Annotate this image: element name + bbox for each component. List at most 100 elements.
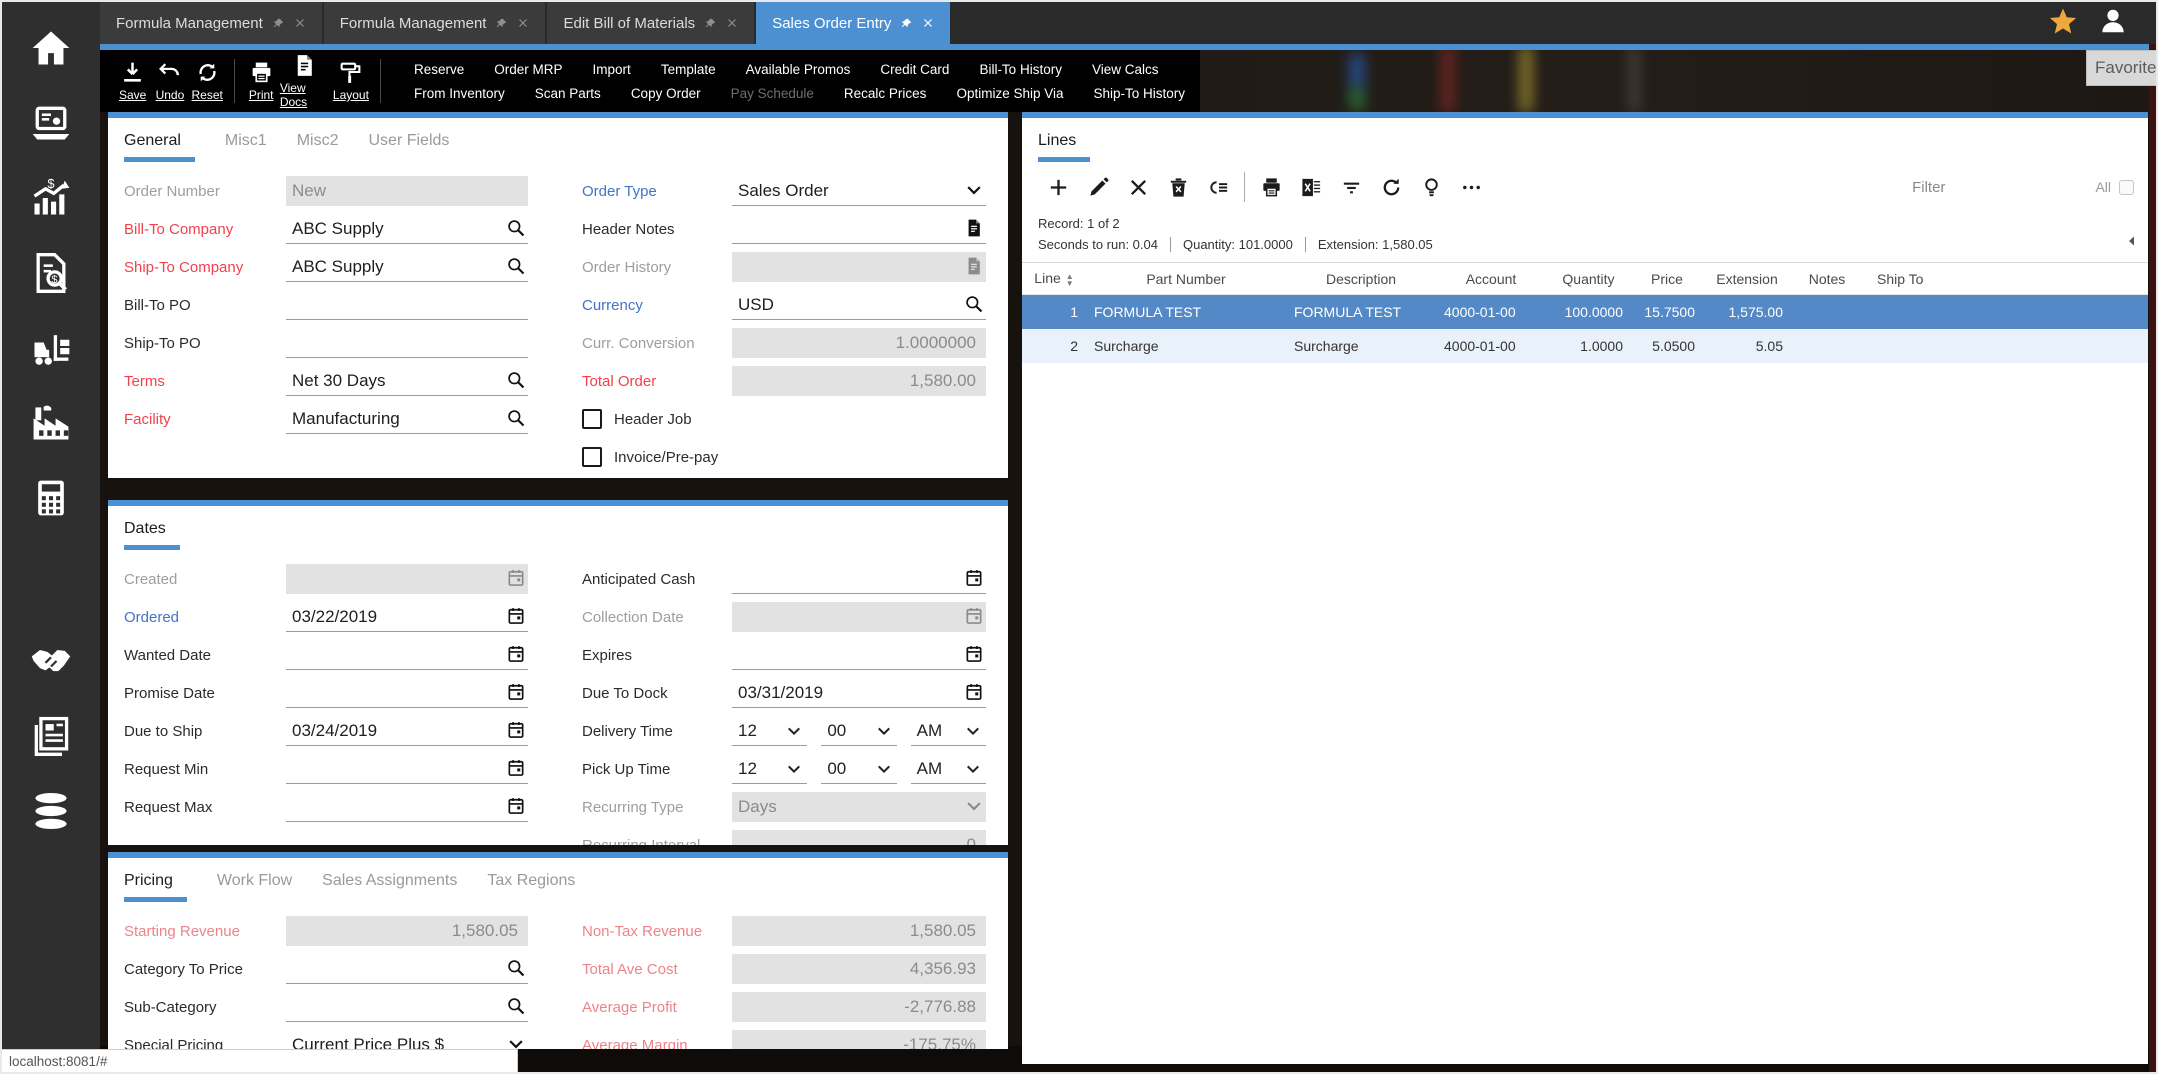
promise-date-field[interactable] <box>286 678 528 708</box>
search-icon[interactable] <box>506 996 526 1016</box>
refresh-lines-button[interactable] <box>1371 176 1411 199</box>
view-calcs-button[interactable]: View Calcs <box>1077 60 1174 79</box>
sub-category-field[interactable] <box>286 992 528 1022</box>
copy-order-button[interactable]: Copy Order <box>616 84 716 103</box>
pickup-minute-select[interactable]: 00 <box>821 754 896 784</box>
filter-lines-button[interactable] <box>1331 176 1371 199</box>
search-icon[interactable] <box>506 958 526 978</box>
calendar-icon[interactable] <box>506 644 526 664</box>
search-icon[interactable] <box>506 218 526 238</box>
pin-icon[interactable] <box>495 17 508 30</box>
collapse-panel-arrow[interactable] <box>2126 235 2138 250</box>
suggestions-button[interactable] <box>1411 176 1451 199</box>
export-excel-button[interactable] <box>1291 176 1331 199</box>
sidebar-item-workstation[interactable] <box>23 95 79 151</box>
template-button[interactable]: Template <box>646 60 731 79</box>
table-row-1[interactable]: 1 FORMULA TEST FORMULA TEST 4000-01-00 1… <box>1022 295 2148 329</box>
bill-to-history-button[interactable]: Bill-To History <box>964 60 1077 79</box>
terms-field[interactable]: Net 30 Days <box>286 366 528 396</box>
bill-to-po-field[interactable] <box>286 290 528 320</box>
col-price[interactable]: Price <box>1631 263 1703 295</box>
tab-misc1[interactable]: Misc1 <box>225 132 267 162</box>
calendar-icon[interactable] <box>964 568 984 588</box>
reset-button[interactable]: Reset <box>189 60 226 102</box>
calendar-icon[interactable] <box>964 644 984 664</box>
invoice-prepay-checkbox[interactable] <box>582 447 602 467</box>
col-account[interactable]: Account <box>1436 263 1546 295</box>
col-extension[interactable]: Extension <box>1703 263 1791 295</box>
tab-lines[interactable]: Lines <box>1038 132 1090 162</box>
col-notes[interactable]: Notes <box>1791 263 1863 295</box>
tab-formula-management-1[interactable]: Formula Management <box>100 2 322 44</box>
delivery-hour-select[interactable]: 12 <box>732 716 807 746</box>
order-type-select[interactable]: Sales Order <box>732 176 986 206</box>
sidebar-item-data[interactable] <box>23 783 79 839</box>
print-lines-button[interactable] <box>1251 176 1291 199</box>
search-icon[interactable] <box>506 408 526 428</box>
col-ship-to[interactable]: Ship To <box>1863 263 2063 295</box>
col-description[interactable]: Description <box>1286 263 1436 295</box>
tab-work-flow[interactable]: Work Flow <box>217 872 292 902</box>
sidebar-item-invoices[interactable] <box>23 245 79 301</box>
anticipated-cash-field[interactable] <box>732 564 986 594</box>
delete-line-button[interactable] <box>1158 176 1198 199</box>
header-notes-field[interactable] <box>732 214 986 244</box>
pin-icon[interactable] <box>900 17 913 30</box>
search-icon[interactable] <box>506 370 526 390</box>
tab-sales-assignments[interactable]: Sales Assignments <box>322 872 457 902</box>
layout-button[interactable]: Layout <box>330 60 373 102</box>
sidebar-item-documents[interactable] <box>23 708 79 764</box>
tab-user-fields[interactable]: User Fields <box>368 132 449 162</box>
header-job-checkbox[interactable] <box>582 409 602 429</box>
import-button[interactable]: Import <box>578 60 646 79</box>
pickup-ampm-select[interactable]: AM <box>911 754 986 784</box>
sidebar-item-partners[interactable] <box>23 633 79 689</box>
ship-to-po-field[interactable] <box>286 328 528 358</box>
delivery-ampm-select[interactable]: AM <box>911 716 986 746</box>
facility-field[interactable]: Manufacturing <box>286 404 528 434</box>
sidebar-item-sales[interactable] <box>23 170 79 226</box>
ship-to-company-field[interactable]: ABC Supply <box>286 252 528 282</box>
reserve-button[interactable]: Reserve <box>399 60 479 79</box>
scan-parts-button[interactable]: Scan Parts <box>520 84 616 103</box>
available-promos-button[interactable]: Available Promos <box>731 60 866 79</box>
save-button[interactable]: Save <box>114 60 151 102</box>
col-part-number[interactable]: Part Number <box>1086 263 1286 295</box>
order-mrp-button[interactable]: Order MRP <box>479 60 577 79</box>
close-icon[interactable] <box>922 17 934 29</box>
calendar-icon[interactable] <box>506 796 526 816</box>
special-pricing-select[interactable]: Current Price Plus $ <box>286 1030 528 1049</box>
tab-misc2[interactable]: Misc2 <box>297 132 339 162</box>
bill-to-company-field[interactable]: ABC Supply <box>286 214 528 244</box>
tab-dates[interactable]: Dates <box>124 520 180 550</box>
pin-icon[interactable] <box>704 17 717 30</box>
ship-to-history-button[interactable]: Ship-To History <box>1079 84 1201 103</box>
ordered-field[interactable]: 03/22/2019 <box>286 602 528 632</box>
add-line-button[interactable] <box>1038 176 1078 199</box>
line-detail-button[interactable] <box>1198 176 1238 199</box>
sidebar-item-production[interactable] <box>23 395 79 451</box>
user-account-icon[interactable] <box>2098 6 2128 41</box>
undo-button[interactable]: Undo <box>151 60 188 102</box>
favorites-star-icon[interactable] <box>2048 6 2078 41</box>
recalc-prices-button[interactable]: Recalc Prices <box>829 84 942 103</box>
close-icon[interactable] <box>294 17 306 29</box>
search-icon[interactable] <box>506 256 526 276</box>
search-icon[interactable] <box>964 294 984 314</box>
table-row-2[interactable]: 2 Surcharge Surcharge 4000-01-00 1.0000 … <box>1022 329 2148 363</box>
chevron-down-icon[interactable] <box>964 180 984 200</box>
tab-general[interactable]: General <box>124 132 195 162</box>
sidebar-item-warehouse[interactable] <box>23 320 79 376</box>
more-actions-button[interactable] <box>1451 176 1491 199</box>
tab-sales-order-entry[interactable]: Sales Order Entry <box>756 2 950 44</box>
tab-tax-regions[interactable]: Tax Regions <box>487 872 575 902</box>
request-max-field[interactable] <box>286 792 528 822</box>
currency-field[interactable]: USD <box>732 290 986 320</box>
calendar-icon[interactable] <box>506 720 526 740</box>
tab-formula-management-2[interactable]: Formula Management <box>324 2 546 44</box>
sidebar-item-accounting[interactable] <box>23 470 79 526</box>
sidebar-item-home[interactable] <box>23 20 79 76</box>
calendar-icon[interactable] <box>506 758 526 778</box>
optimize-ship-via-button[interactable]: Optimize Ship Via <box>941 84 1078 103</box>
cancel-line-button[interactable] <box>1118 176 1158 199</box>
